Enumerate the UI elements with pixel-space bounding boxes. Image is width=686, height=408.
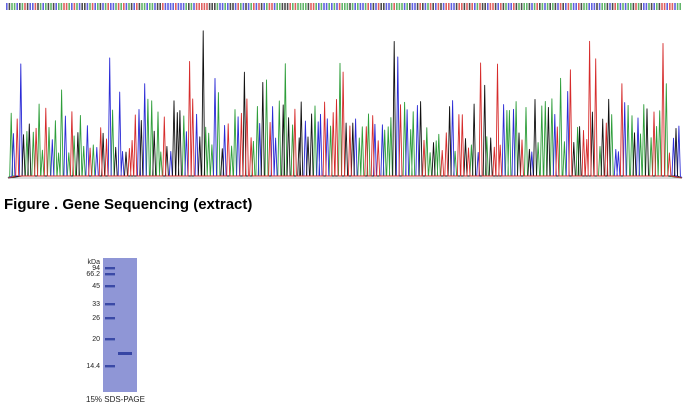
figure-caption: Figure . Gene Sequencing (extract) — [4, 196, 253, 213]
gel-marker-label: 45 — [92, 283, 100, 290]
gel-marker-label: 66.2 — [86, 271, 100, 278]
sample-band — [118, 352, 132, 355]
gel-marker-label: 14.4 — [86, 363, 100, 370]
gel-marker-band — [105, 285, 115, 288]
gel-marker-label: 20 — [92, 336, 100, 343]
trace-lines — [7, 30, 683, 179]
gel-marker-band — [105, 273, 115, 276]
gel-lane-background — [103, 258, 137, 392]
gel-marker-label: 33 — [92, 301, 100, 308]
base-call-strip — [6, 3, 681, 10]
gel-marker-band — [105, 303, 115, 306]
sds-page-gel: kDa 94 66.2 45 33 26 20 14.4 — [76, 256, 166, 406]
gel-marker-label: 26 — [92, 315, 100, 322]
gel-marker-band — [105, 267, 115, 270]
gel-marker-band — [105, 317, 115, 320]
gel-footer-label: 15% SDS-PAGE — [86, 395, 145, 404]
gel-marker-band — [105, 338, 115, 341]
gel-marker-labels: 9466.24533262014.4 — [86, 265, 100, 370]
gel-marker-band — [105, 365, 115, 368]
sequencing-chromatogram — [6, 3, 683, 179]
